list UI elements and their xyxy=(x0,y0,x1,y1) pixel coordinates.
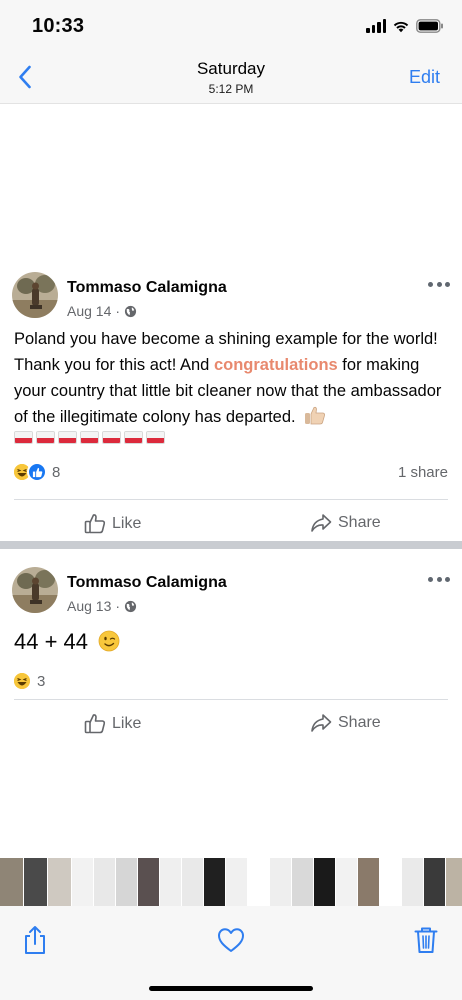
status-bar: 10:33 xyxy=(0,0,462,52)
home-indicator xyxy=(149,986,313,991)
poland-flag-emoji-icon xyxy=(14,431,33,444)
poland-flag-emoji-icon xyxy=(102,431,121,444)
photo-thumbnail[interactable] xyxy=(72,858,94,906)
photo-thumbnail[interactable] xyxy=(116,858,138,906)
photo-thumbnail[interactable] xyxy=(424,858,446,906)
photo-thumbnail[interactable] xyxy=(248,858,270,906)
winking-face-emoji-icon xyxy=(98,630,120,652)
photo-thumbnail[interactable] xyxy=(336,858,358,906)
trash-icon xyxy=(414,927,438,953)
wifi-icon xyxy=(393,21,409,33)
delete-button[interactable] xyxy=(409,923,443,957)
photo-thumbnail[interactable] xyxy=(24,858,48,906)
cellular-signal-icon xyxy=(366,19,386,33)
reaction-count: 3 xyxy=(37,672,46,690)
share-photo-button[interactable] xyxy=(18,923,52,957)
share-arrow-icon xyxy=(311,514,332,532)
avatar[interactable] xyxy=(12,567,58,613)
photo-thumbnail[interactable] xyxy=(380,858,402,906)
share-arrow-icon xyxy=(311,714,332,732)
photo-thumbnail[interactable] xyxy=(292,858,314,906)
post-author[interactable]: Tommaso Calamigna xyxy=(67,279,227,297)
post-text-content: 44 + 44 xyxy=(14,629,89,654)
status-time: 10:33 xyxy=(32,15,85,37)
divider xyxy=(14,499,448,500)
favorite-button[interactable] xyxy=(214,923,248,957)
share-count[interactable]: 1 share xyxy=(398,464,448,481)
photo-thumbnail[interactable] xyxy=(204,858,226,906)
poland-flag-emoji-icon xyxy=(80,431,99,444)
battery-icon xyxy=(416,19,443,33)
avatar[interactable] xyxy=(12,272,58,318)
post-text: Poland you have become a shining example… xyxy=(14,326,450,430)
post-meta: Aug 13 · xyxy=(67,598,137,614)
haha-emoji-icon xyxy=(12,671,32,691)
heart-icon xyxy=(218,928,244,952)
meta-separator: · xyxy=(115,303,121,319)
post-author[interactable]: Tommaso Calamigna xyxy=(67,574,227,592)
thumbnail-strip[interactable] xyxy=(0,858,462,906)
flag-emoji-row xyxy=(14,431,165,444)
poland-flag-emoji-icon xyxy=(58,431,77,444)
nav-subtitle: 5:12 PM xyxy=(208,82,254,96)
like-label: Like xyxy=(112,514,142,532)
reaction-summary[interactable]: 3 xyxy=(12,671,45,691)
reaction-count: 8 xyxy=(52,463,61,481)
poland-flag-emoji-icon xyxy=(124,431,143,444)
like-reaction-icon xyxy=(27,462,47,482)
thumbs-up-emoji-icon xyxy=(305,406,326,425)
photo-thumbnail[interactable] xyxy=(182,858,204,906)
photo-thumbnail[interactable] xyxy=(94,858,116,906)
like-button[interactable]: Like xyxy=(84,713,141,734)
divider xyxy=(14,699,448,700)
photo-thumbnail[interactable] xyxy=(270,858,292,906)
photo-thumbnail[interactable] xyxy=(402,858,424,906)
photo-thumbnail[interactable] xyxy=(160,858,182,906)
like-button[interactable]: Like xyxy=(84,513,141,534)
poland-flag-emoji-icon xyxy=(146,431,165,444)
share-label: Share xyxy=(338,514,381,531)
post-date[interactable]: Aug 14 xyxy=(67,303,111,319)
feed-separator xyxy=(0,541,462,549)
photo-thumbnail[interactable] xyxy=(48,858,72,906)
photo-thumbnail[interactable] xyxy=(226,858,248,906)
nav-bar: Saturday 5:12 PM Edit xyxy=(0,52,462,104)
photo-viewer[interactable]: Tommaso Calamigna Aug 14 · Poland you ha… xyxy=(0,105,462,855)
thumbs-up-outline-icon xyxy=(84,514,106,534)
photo-thumbnail[interactable] xyxy=(138,858,160,906)
photo-thumbnail[interactable] xyxy=(358,858,380,906)
photo-thumbnail[interactable] xyxy=(0,858,24,906)
share-box-icon xyxy=(25,926,45,954)
like-label: Like xyxy=(112,714,142,732)
reaction-summary[interactable]: 8 xyxy=(12,462,60,482)
status-icons xyxy=(366,17,444,35)
nav-title-group: Saturday 5:12 PM xyxy=(0,59,462,96)
edit-button[interactable]: Edit xyxy=(409,67,440,88)
globe-icon xyxy=(124,600,137,612)
post-meta: Aug 14 · xyxy=(67,303,137,319)
thumbs-up-outline-icon xyxy=(84,714,106,734)
post-text-highlight: congratulations xyxy=(213,356,338,374)
post-text: 44 + 44 xyxy=(14,627,450,657)
share-button[interactable]: Share xyxy=(310,713,381,733)
meta-separator: · xyxy=(115,598,121,614)
photo-thumbnail[interactable] xyxy=(314,858,336,906)
globe-icon xyxy=(124,305,137,317)
share-label: Share xyxy=(338,714,381,731)
nav-title: Saturday xyxy=(196,59,266,78)
post-more-button[interactable] xyxy=(428,574,450,584)
poland-flag-emoji-icon xyxy=(36,431,55,444)
post-date[interactable]: Aug 13 xyxy=(67,598,111,614)
photo-thumbnail[interactable] xyxy=(446,858,462,906)
post-more-button[interactable] xyxy=(428,279,450,289)
share-button[interactable]: Share xyxy=(310,513,381,533)
